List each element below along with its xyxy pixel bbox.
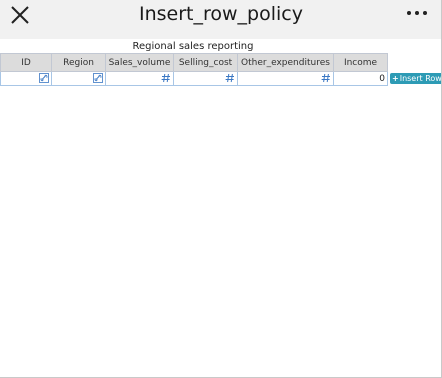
window-title: Insert_row_policy (139, 3, 303, 25)
cell-other-expenditures[interactable] (237, 71, 334, 86)
cell-selling-cost[interactable] (173, 71, 238, 86)
column-header-sales-volume[interactable]: Sales_volume (105, 53, 174, 72)
link-icon (93, 73, 103, 83)
column-header-income[interactable]: Income (333, 53, 388, 72)
plus-icon: + (392, 74, 399, 83)
column-header-id[interactable]: ID (0, 53, 52, 72)
column-header-selling-cost[interactable]: Selling_cost (173, 53, 238, 72)
report-title: Regional sales reporting (132, 41, 254, 52)
cell-region[interactable] (51, 71, 106, 86)
cell-sales-volume[interactable] (105, 71, 174, 86)
hash-icon (321, 73, 330, 83)
app-window: Insert_row_policy Regional sales reporti… (0, 0, 442, 378)
column-header-other-expenditures[interactable]: Other_expenditures (237, 53, 334, 72)
cell-id[interactable] (0, 71, 52, 86)
link-icon (39, 73, 49, 83)
hash-icon (161, 73, 170, 83)
insert-row-button[interactable]: +Insert Row (390, 73, 442, 84)
more-options-icon[interactable] (406, 9, 428, 17)
header-row: ID Region Sales_volume Selling_cost Othe… (0, 53, 388, 72)
cell-income: 0 (333, 71, 388, 86)
column-header-region[interactable]: Region (51, 53, 106, 72)
title-bar: Insert_row_policy (0, 0, 441, 39)
insert-row-label: Insert Row (399, 74, 442, 83)
data-table: ID Region Sales_volume Selling_cost Othe… (0, 53, 388, 86)
table-row: 0 (0, 71, 388, 86)
hash-icon (225, 73, 234, 83)
